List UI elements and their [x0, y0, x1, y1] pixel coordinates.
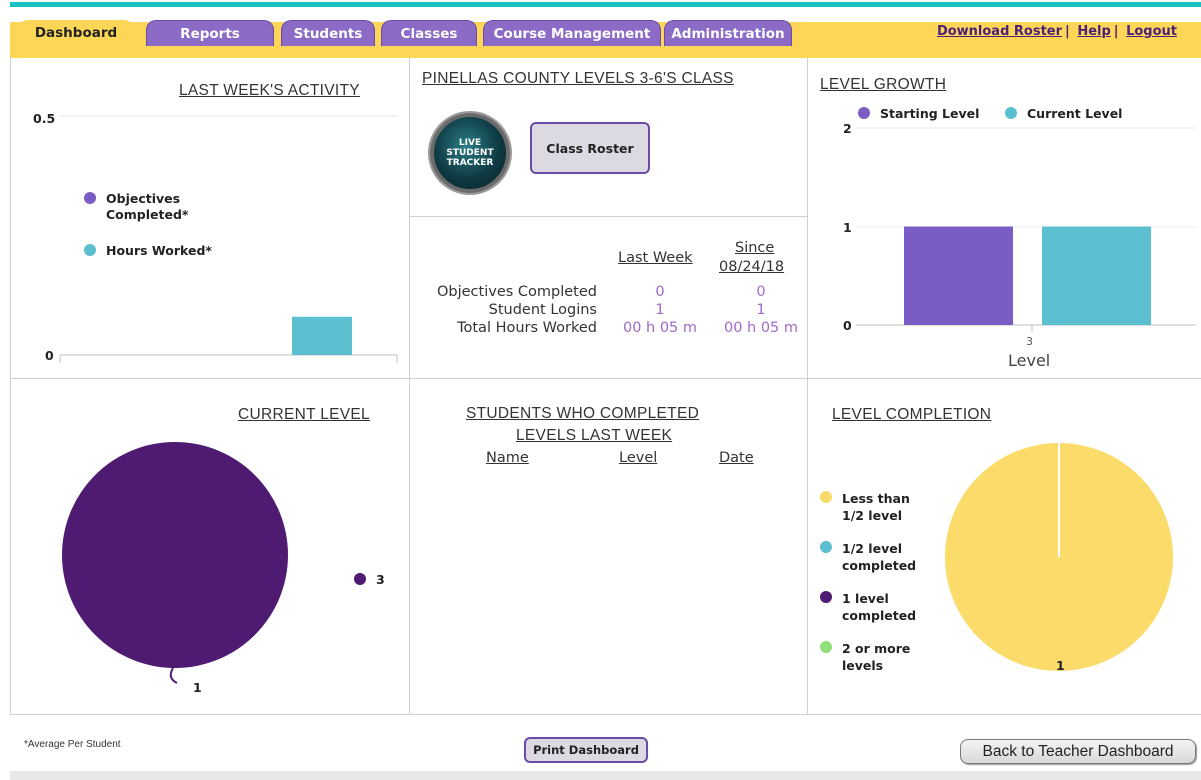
- growth-legend-label: Current Level: [1027, 106, 1123, 121]
- activity-legend-hours: Hours Worked*: [84, 243, 212, 258]
- logout-link[interactable]: Logout: [1126, 24, 1177, 39]
- stats-header-last-week: Last Week: [618, 250, 693, 266]
- growth-legend-starting: Starting Level: [858, 106, 979, 121]
- activity-legend-label: Hours Worked*: [106, 243, 212, 258]
- back-to-teacher-dashboard-button[interactable]: Back to Teacher Dashboard: [960, 739, 1196, 764]
- completed-title-2: LEVELS LAST WEEK: [516, 427, 673, 444]
- stat-since: 1: [756, 302, 766, 318]
- tab-classes[interactable]: Classes: [381, 20, 477, 46]
- stats-header-since: Since: [735, 240, 775, 256]
- link-separator: |: [1113, 24, 1119, 39]
- activity-bar-1: [292, 316, 352, 355]
- footer-note: *Average Per Student: [24, 739, 121, 750]
- current-level-slice-label: 1: [193, 680, 202, 695]
- logo-text: STUDENT: [446, 148, 494, 158]
- stat-last-week: 0: [655, 284, 665, 300]
- level-completion-pie: [945, 443, 1173, 671]
- help-link[interactable]: Help: [1077, 24, 1110, 39]
- legend-dot-icon: [820, 541, 832, 553]
- level-growth-title: LEVEL GROWTH: [820, 76, 947, 93]
- stats-header-since-date: 08/24/18: [719, 259, 785, 275]
- completion-slice-label: 1: [1056, 658, 1065, 673]
- completion-legend-label: 2 or more levels: [842, 641, 911, 673]
- growth-y-tick: 2: [843, 121, 852, 136]
- activity-y-min: 0: [45, 348, 54, 363]
- legend-dot-icon: [820, 491, 832, 503]
- table-row: Objectives Completed 0 0: [415, 283, 803, 301]
- print-dashboard-button[interactable]: Print Dashboard: [524, 737, 648, 763]
- completion-legend-item: 1 level completed: [820, 590, 922, 624]
- current-level-legend-label: 3: [376, 572, 385, 587]
- col-header-date: Date: [719, 450, 754, 466]
- stat-label: Student Logins: [488, 302, 597, 318]
- stat-since: 00 h 05 m: [723, 320, 799, 336]
- completion-legend-item: Less than 1/2 level: [820, 490, 922, 524]
- live-student-tracker-logo[interactable]: LIVE STUDENT TRACKER: [430, 113, 510, 193]
- completion-legend-label: 1/2 level completed: [842, 541, 917, 573]
- completion-legend-label: Less than 1/2 level: [842, 491, 910, 523]
- divider: [409, 58, 410, 714]
- growth-x-tick: 3: [1026, 335, 1033, 348]
- class-title: PINELLAS COUNTY LEVELS 3-6'S CLASS: [422, 70, 734, 87]
- activity-legend-label: Objectives Completed*: [106, 191, 189, 222]
- current-level-title: CURRENT LEVEL: [238, 406, 370, 423]
- download-roster-link[interactable]: Download Roster: [937, 24, 1062, 39]
- footer-divider: [10, 714, 1201, 715]
- tab-reports[interactable]: Reports: [146, 20, 274, 46]
- tab-administration[interactable]: Administration: [664, 20, 792, 46]
- top-links: Download Roster | Help | Logout: [937, 24, 1177, 39]
- stat-last-week: 00 h 05 m: [622, 320, 698, 336]
- stat-since: 0: [756, 284, 766, 300]
- growth-y-tick: 0: [843, 318, 852, 333]
- completed-title-1: STUDENTS WHO COMPLETED: [466, 405, 700, 422]
- current-level-pie: [62, 442, 288, 684]
- stat-label: Total Hours Worked: [457, 320, 597, 336]
- completion-legend-label: 1 level completed: [842, 591, 917, 623]
- tab-students[interactable]: Students: [281, 20, 375, 46]
- legend-dot-icon: [84, 192, 96, 204]
- logo-text: LIVE: [458, 138, 482, 148]
- growth-x-label: Level: [1008, 351, 1051, 370]
- stat-label: Objectives Completed: [436, 284, 597, 300]
- legend-dot-icon: [1005, 107, 1017, 119]
- activity-title: LAST WEEK'S ACTIVITY: [179, 82, 360, 99]
- growth-y-tick: 1: [843, 220, 852, 235]
- link-separator: |: [1065, 24, 1070, 39]
- class-roster-button[interactable]: Class Roster: [530, 122, 650, 174]
- current-level-legend: 3: [354, 572, 385, 587]
- table-row: Student Logins 1 1: [415, 301, 803, 319]
- class-stats-table: Objectives Completed 0 0 Student Logins …: [415, 283, 803, 337]
- top-accent-bar: [10, 2, 1201, 7]
- completion-legend-item: 1/2 level completed: [820, 540, 922, 574]
- activity-legend-objectives: Objectives Completed*: [84, 191, 244, 223]
- table-row: Total Hours Worked 00 h 05 m 00 h 05 m: [415, 319, 803, 337]
- level-growth-chart: [856, 127, 1196, 332]
- col-header-level: Level: [619, 450, 658, 466]
- level-completion-title: LEVEL COMPLETION: [832, 406, 992, 423]
- legend-dot-icon: [84, 244, 96, 256]
- divider: [410, 216, 807, 217]
- divider: [10, 378, 1201, 379]
- logo-text: TRACKER: [446, 158, 494, 168]
- divider: [807, 58, 808, 714]
- legend-dot-icon: [858, 107, 870, 119]
- tab-course-management[interactable]: Course Management: [483, 20, 661, 46]
- stat-last-week: 1: [655, 302, 665, 318]
- growth-legend-label: Starting Level: [880, 106, 980, 121]
- tab-dashboard[interactable]: Dashboard: [18, 20, 134, 46]
- legend-dot-icon: [354, 573, 366, 585]
- growth-bar-0: [904, 226, 1013, 325]
- col-header-name: Name: [486, 450, 529, 466]
- legend-dot-icon: [820, 641, 832, 653]
- activity-y-max: 0.5: [33, 111, 56, 126]
- bottom-band: [10, 771, 1201, 780]
- growth-bar-1: [1042, 226, 1151, 325]
- growth-legend-current: Current Level: [1005, 106, 1122, 121]
- left-border: [10, 58, 11, 714]
- completion-legend-item: 2 or more levels: [820, 640, 922, 674]
- activity-chart: [59, 115, 398, 363]
- legend-dot-icon: [820, 591, 832, 603]
